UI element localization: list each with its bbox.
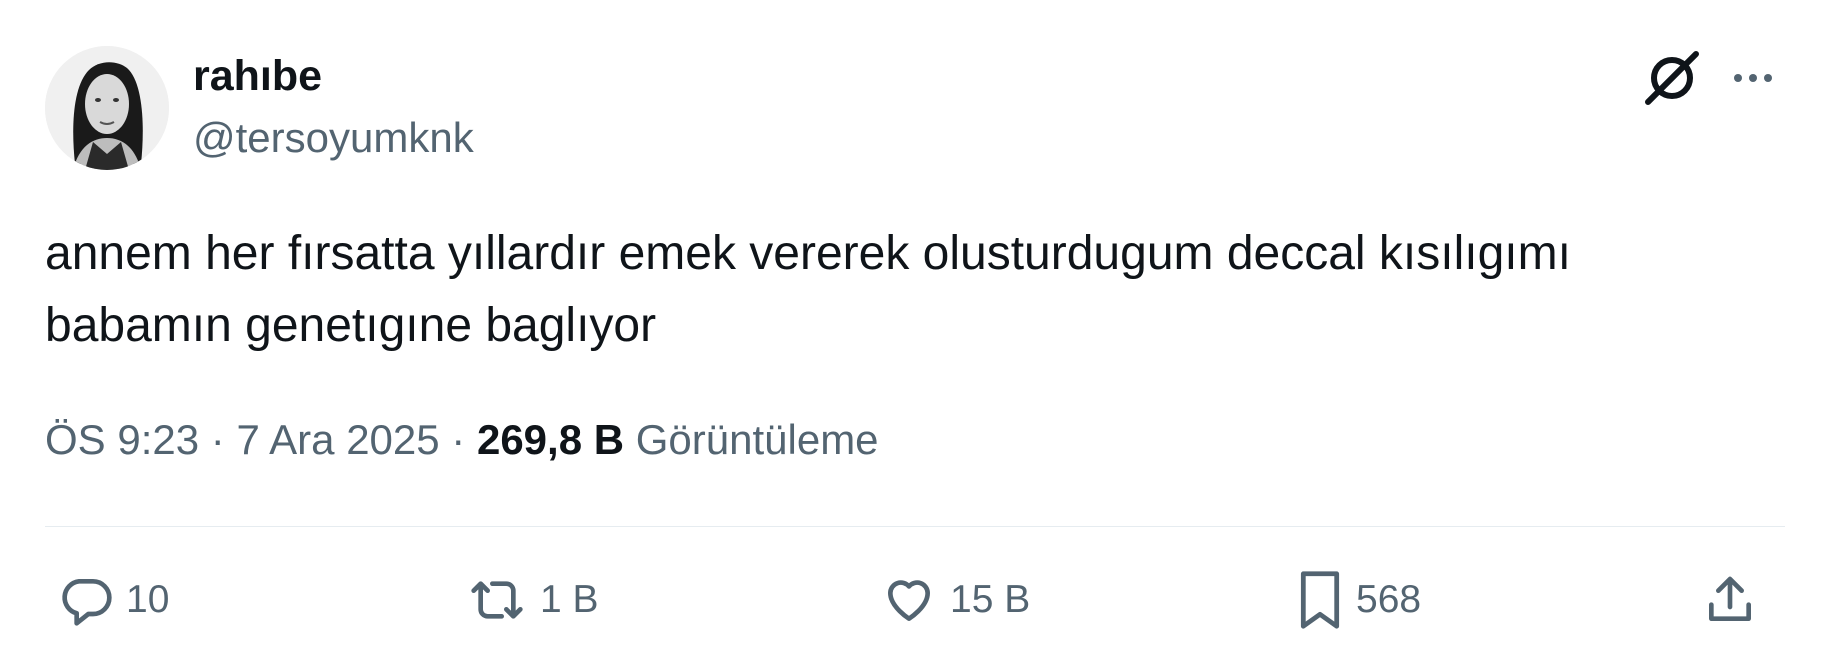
profile-photo-icon [45, 46, 169, 170]
more-icon[interactable] [1728, 58, 1778, 98]
meta-separator: · [210, 416, 225, 463]
like-count: 15 B [950, 578, 1031, 621]
share-icon [1709, 576, 1751, 621]
tweet-date[interactable]: 7 Ara 2025 [236, 416, 439, 463]
repost-count: 1 B [540, 578, 599, 621]
reply-button[interactable]: 10 [58, 568, 169, 632]
user-handle[interactable]: @tersoyumknk [193, 112, 474, 164]
repost-icon [471, 581, 523, 619]
tweet-text-line: babamın genetıgıne baglıyor [45, 299, 657, 352]
tweet-meta: ÖS 9:23 · 7 Ara 2025 · 269,8 B Görüntüle… [45, 412, 879, 468]
views-label[interactable]: Görüntüleme [636, 416, 879, 463]
avatar[interactable] [45, 46, 169, 170]
tweet-text-line: annem her fırsatta yıllardır emek verere… [45, 227, 1571, 280]
bookmark-count: 568 [1356, 578, 1422, 621]
like-button[interactable]: 15 B [880, 568, 1030, 632]
bookmark-icon [1300, 571, 1340, 629]
repost-button[interactable]: 1 B [466, 568, 599, 632]
display-name[interactable]: rahıbe [193, 50, 322, 102]
grok-icon[interactable] [1642, 48, 1702, 108]
bookmark-button[interactable]: 568 [1296, 568, 1421, 632]
heart-icon [888, 580, 930, 621]
meta-separator: · [451, 416, 466, 463]
share-button[interactable] [1702, 568, 1758, 632]
views-count[interactable]: 269,8 B [477, 416, 624, 463]
reply-icon [62, 579, 112, 626]
tweet-time[interactable]: ÖS 9:23 [45, 416, 199, 463]
reply-count: 10 [126, 578, 170, 621]
tweet-card: rahıbe @tersoyumknk annem her fırsatta y… [0, 0, 1834, 668]
divider [45, 526, 1785, 527]
tweet-text: annem her fırsatta yıllardır emek verere… [45, 218, 1765, 362]
